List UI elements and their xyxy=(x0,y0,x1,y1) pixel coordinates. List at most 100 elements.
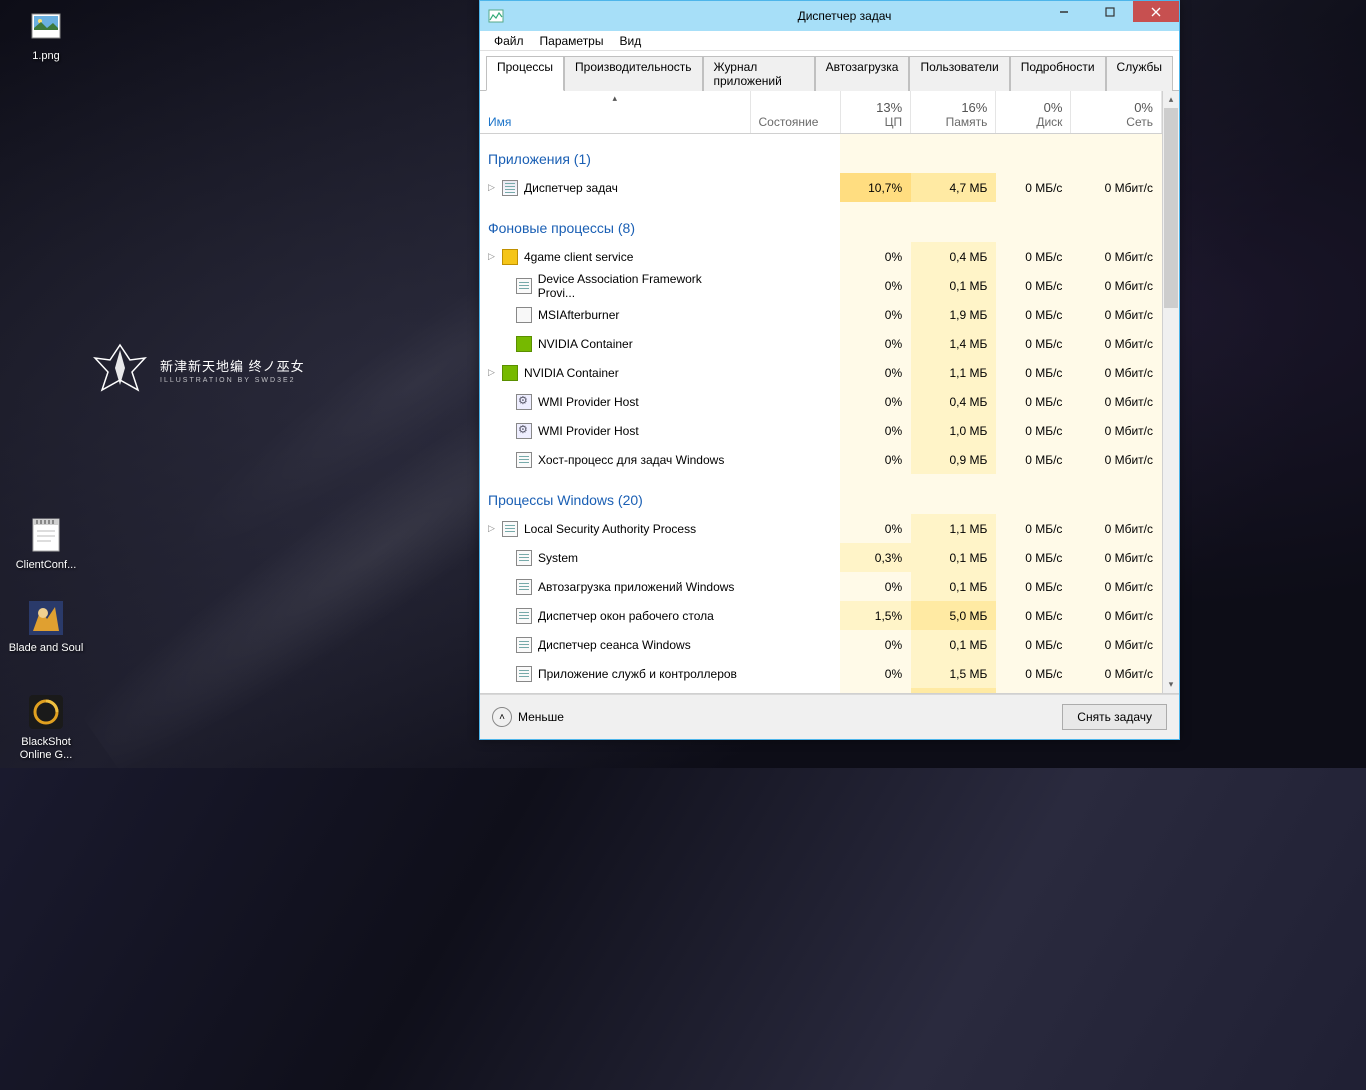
process-row[interactable]: ▷Диспетчер задач10,7%4,7 МБ0 МБ/с0 Мбит/… xyxy=(480,173,1162,202)
scroll-up-icon[interactable]: ▴ xyxy=(1163,91,1179,108)
col-memory[interactable]: 16%Память xyxy=(911,91,996,133)
wallpaper-emblem-icon xyxy=(90,340,150,400)
menubar: Файл Параметры Вид xyxy=(480,31,1179,51)
fewer-label: Меньше xyxy=(518,710,564,724)
desktop-icon-1png[interactable]: 1.png xyxy=(8,6,84,63)
tab-5[interactable]: Подробности xyxy=(1010,56,1106,91)
process-row[interactable]: Диспетчер окон рабочего стола1,5%5,0 МБ0… xyxy=(480,601,1162,630)
process-name: Приложение служб и контроллеров xyxy=(538,667,737,681)
process-icon xyxy=(516,423,532,439)
process-icon xyxy=(502,521,518,537)
process-name: NVIDIA Container xyxy=(538,337,633,351)
process-row[interactable]: Проводник0%10,2 МБ0 МБ/с0 Мбит/с xyxy=(480,688,1162,693)
col-network[interactable]: 0%Сеть xyxy=(1071,91,1162,133)
process-row[interactable]: ▷Local Security Authority Process0%1,1 М… xyxy=(480,514,1162,543)
tab-6[interactable]: Службы xyxy=(1106,56,1173,91)
group-header: Приложения (1) xyxy=(480,133,1162,173)
process-icon xyxy=(516,550,532,566)
fewer-details-button[interactable]: ˄ Меньше xyxy=(492,707,564,727)
process-icon xyxy=(516,608,532,624)
process-table: Имя Состояние 13%ЦП 16%Память 0%Диск 0%С… xyxy=(480,91,1162,693)
game-icon xyxy=(28,692,64,732)
process-icon xyxy=(516,394,532,410)
process-row[interactable]: Автозагрузка приложений Windows0%0,1 МБ0… xyxy=(480,572,1162,601)
tab-3[interactable]: Автозагрузка xyxy=(815,56,910,91)
process-row[interactable]: Диспетчер сеанса Windows0%0,1 МБ0 МБ/с0 … xyxy=(480,630,1162,659)
process-name: MSIAfterburner xyxy=(538,308,619,322)
tab-1[interactable]: Производительность xyxy=(564,56,702,91)
scroll-down-icon[interactable]: ▾ xyxy=(1163,676,1179,693)
process-icon xyxy=(516,579,532,595)
menu-view[interactable]: Вид xyxy=(611,32,649,50)
col-disk[interactable]: 0%Диск xyxy=(996,91,1071,133)
process-row[interactable]: MSIAfterburner0%1,9 МБ0 МБ/с0 Мбит/с xyxy=(480,300,1162,329)
process-row[interactable]: WMI Provider Host0%0,4 МБ0 МБ/с0 Мбит/с xyxy=(480,387,1162,416)
app-icon xyxy=(488,8,504,24)
process-row[interactable]: WMI Provider Host0%1,0 МБ0 МБ/с0 Мбит/с xyxy=(480,416,1162,445)
process-name: WMI Provider Host xyxy=(538,395,639,409)
col-cpu[interactable]: 13%ЦП xyxy=(840,91,911,133)
process-row[interactable]: Device Association Framework Provi...0%0… xyxy=(480,271,1162,300)
process-name: Автозагрузка приложений Windows xyxy=(538,580,734,594)
group-header: Фоновые процессы (8) xyxy=(480,202,1162,242)
chevron-up-icon: ˄ xyxy=(492,707,512,727)
game-icon xyxy=(28,598,64,638)
process-name: Диспетчер задач xyxy=(524,181,618,195)
process-icon xyxy=(516,336,532,352)
process-name: Local Security Authority Process xyxy=(524,522,696,536)
process-icon xyxy=(516,452,532,468)
process-icon xyxy=(502,365,518,381)
titlebar[interactable]: Диспетчер задач xyxy=(480,1,1179,31)
process-row[interactable]: ▷4game client service0%0,4 МБ0 МБ/с0 Мби… xyxy=(480,242,1162,271)
col-name[interactable]: Имя xyxy=(480,91,750,133)
desktop-icon-blackshot[interactable]: BlackShot Online G... xyxy=(8,692,84,762)
process-row[interactable]: Приложение служб и контроллеров0%1,5 МБ0… xyxy=(480,659,1162,688)
process-icon xyxy=(516,637,532,653)
process-row[interactable]: ▷NVIDIA Container0%1,1 МБ0 МБ/с0 Мбит/с xyxy=(480,358,1162,387)
tab-4[interactable]: Пользователи xyxy=(909,56,1009,91)
desktop-icon-label: Blade and Soul xyxy=(8,642,84,655)
tabbar: ПроцессыПроизводительностьЖурнал приложе… xyxy=(480,51,1179,91)
group-header: Процессы Windows (20) xyxy=(480,474,1162,514)
process-table-area: Имя Состояние 13%ЦП 16%Память 0%Диск 0%С… xyxy=(480,91,1179,694)
end-task-button[interactable]: Снять задачу xyxy=(1062,704,1167,730)
desktop-icon-label: BlackShot Online G... xyxy=(8,736,84,762)
process-name: Device Association Framework Provi... xyxy=(538,272,741,300)
wallpaper-subtitle: ILLUSTRATION BY SWD3E2 xyxy=(160,377,305,384)
process-name: Диспетчер окон рабочего стола xyxy=(538,609,714,623)
desktop-icon-label: 1.png xyxy=(8,50,84,63)
process-icon xyxy=(502,180,518,196)
process-icon xyxy=(516,278,532,294)
desktop-icon-clientconf[interactable]: ClientConf... xyxy=(8,515,84,572)
menu-file[interactable]: Файл xyxy=(486,32,532,50)
scroll-thumb[interactable] xyxy=(1164,108,1178,308)
process-row[interactable]: System0,3%0,1 МБ0 МБ/с0 Мбит/с xyxy=(480,543,1162,572)
process-name: 4game client service xyxy=(524,250,633,264)
process-name: System xyxy=(538,551,578,565)
process-name: WMI Provider Host xyxy=(538,424,639,438)
maximize-button[interactable] xyxy=(1087,1,1133,22)
process-icon xyxy=(502,249,518,265)
wallpaper-logo: 新津新天地编 终ノ巫女 ILLUSTRATION BY SWD3E2 xyxy=(90,340,305,400)
process-name: NVIDIA Container xyxy=(524,366,619,380)
col-state[interactable]: Состояние xyxy=(750,91,840,133)
process-icon xyxy=(516,307,532,323)
process-icon xyxy=(516,666,532,682)
process-row[interactable]: NVIDIA Container0%1,4 МБ0 МБ/с0 Мбит/с xyxy=(480,329,1162,358)
vertical-scrollbar[interactable]: ▴ ▾ xyxy=(1162,91,1179,693)
process-name: Диспетчер сеанса Windows xyxy=(538,638,691,652)
desktop-icon-bladesoul[interactable]: Blade and Soul xyxy=(8,598,84,655)
menu-options[interactable]: Параметры xyxy=(532,32,612,50)
image-file-icon xyxy=(28,6,64,46)
wallpaper-title: 新津新天地编 终ノ巫女 xyxy=(160,356,305,375)
notepad-file-icon xyxy=(28,515,64,555)
tab-0[interactable]: Процессы xyxy=(486,56,564,91)
minimize-button[interactable] xyxy=(1041,1,1087,22)
desktop-icon-label: ClientConf... xyxy=(8,559,84,572)
task-manager-window: Диспетчер задач Файл Параметры Вид Проце… xyxy=(479,0,1180,740)
process-name: Хост-процесс для задач Windows xyxy=(538,453,724,467)
tab-2[interactable]: Журнал приложений xyxy=(703,56,815,91)
process-row[interactable]: Хост-процесс для задач Windows0%0,9 МБ0 … xyxy=(480,445,1162,474)
footer: ˄ Меньше Снять задачу xyxy=(480,694,1179,739)
close-button[interactable] xyxy=(1133,1,1179,22)
